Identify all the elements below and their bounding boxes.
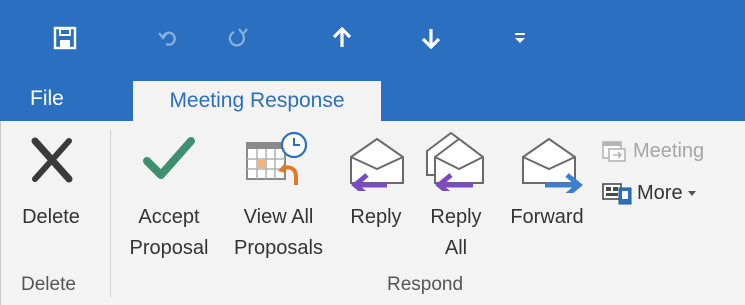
previous-item-button[interactable] [322, 18, 362, 58]
reply-all-button[interactable]: Reply All [419, 121, 493, 271]
reply-all-line1: Reply [430, 206, 482, 228]
quick-access-toolbar [0, 0, 745, 75]
reply-envelope-icon [350, 137, 404, 191]
more-label: More [637, 181, 683, 204]
view-all-proposals-button[interactable]: View All Proposals [226, 121, 331, 271]
ribbon-tabs: File Meeting Response [0, 75, 745, 121]
forward-button[interactable]: Forward [501, 121, 593, 271]
checkmark-icon [143, 137, 195, 179]
accept-proposal-button[interactable]: Accept Proposal [119, 121, 219, 271]
reply-label: Reply [350, 206, 402, 228]
undo-icon [158, 31, 176, 46]
view-all-proposals-line2: Proposals [234, 237, 323, 259]
delete-button[interactable]: Delete [1, 121, 101, 271]
save-icon [53, 26, 77, 50]
reply-all-line2: All [444, 237, 468, 259]
group-separator [110, 129, 111, 297]
reply-all-envelope-icon [426, 131, 484, 191]
more-button[interactable]: More [601, 177, 697, 209]
redo-icon [228, 28, 248, 47]
more-icon [602, 183, 632, 205]
tab-meeting-response[interactable]: Meeting Response [133, 81, 381, 121]
customize-qat-icon [515, 33, 525, 43]
calendar-clock-icon [246, 131, 308, 185]
meeting-label: Meeting [633, 139, 705, 162]
view-all-proposals-line1: View All [243, 206, 314, 228]
delete-label: Delete [22, 206, 80, 228]
redo-button[interactable] [218, 18, 258, 58]
tab-file[interactable]: File [30, 87, 64, 111]
forward-label: Forward [510, 206, 584, 228]
down-arrow-icon [421, 29, 441, 49]
undo-button[interactable] [148, 18, 188, 58]
delete-group-label: Delete [21, 274, 76, 295]
forward-envelope-icon [522, 137, 583, 193]
customize-qat-button[interactable] [500, 18, 540, 58]
meeting-button[interactable]: Meeting [601, 135, 704, 167]
accept-proposal-line2: Proposal [129, 237, 209, 259]
delete-x-icon [31, 137, 73, 183]
chevron-down-icon [687, 191, 696, 196]
next-item-button[interactable] [411, 18, 451, 58]
reply-button[interactable]: Reply [339, 121, 413, 271]
respond-group-label: Respond [387, 274, 464, 295]
up-arrow-icon [332, 27, 352, 47]
save-button[interactable] [45, 18, 85, 58]
accept-proposal-line1: Accept [138, 206, 200, 228]
meeting-icon [602, 141, 626, 162]
ribbon-body: Delete Delete Accept Proposal View All P… [0, 121, 745, 305]
